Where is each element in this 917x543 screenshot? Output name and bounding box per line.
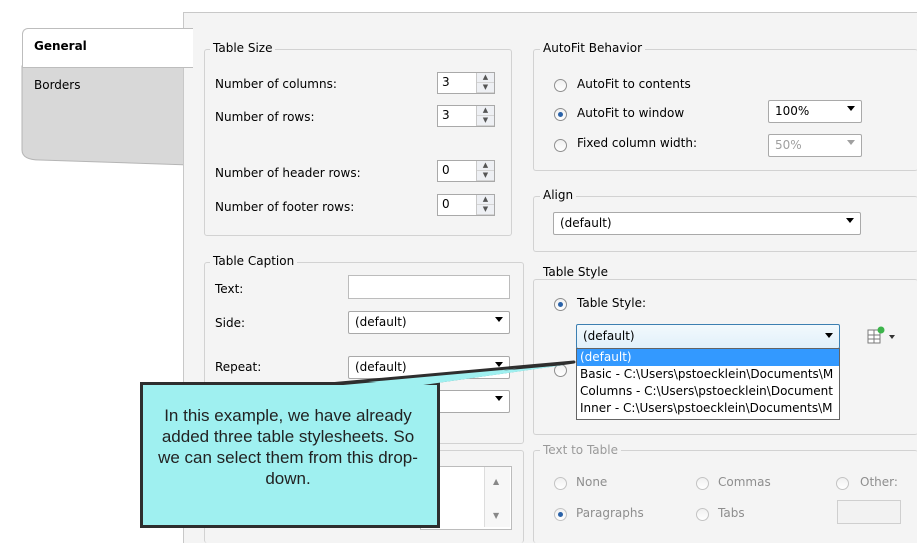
fixed-width-label: Fixed column width: [577,136,698,150]
paragraphs-radio[interactable] [554,508,567,521]
tab-borders[interactable]: Borders [20,66,180,106]
autofit-window-label: AutoFit to window [577,106,685,120]
header-rows-stepper[interactable]: 0 ▲ ▼ [437,160,495,182]
chevron-down-icon[interactable] [847,140,855,145]
fixed-width-select[interactable]: 50% [768,134,862,157]
footer-rows-label: Number of footer rows: [215,200,355,214]
autofit-window-value: 100% [775,104,810,118]
caption-repeat-select[interactable]: (default) [348,356,510,379]
paragraphs-label: Paragraphs [576,506,644,520]
spin-down-icon[interactable]: ▼ [477,171,494,181]
table-style-alt-radio[interactable] [554,364,567,377]
text-to-table-title: Text to Table [540,443,621,457]
rows-stepper[interactable]: 3 ▲ ▼ [437,105,495,127]
tab-general-label: General [34,39,87,53]
footer-rows-value: 0 [442,197,450,211]
table-style-radio-label: Table Style: [577,296,647,310]
spin-down-icon[interactable]: ▼ [477,116,494,126]
autofit-contents-radio[interactable] [554,79,567,92]
header-rows-spin-buttons[interactable]: ▲ ▼ [476,161,494,181]
table-style-value: (default) [583,329,635,343]
align-select[interactable]: (default) [553,212,861,235]
tab-borders-label: Borders [34,78,81,92]
columns-value: 3 [442,75,450,89]
tabs-label: Tabs [718,506,745,520]
autofit-window-radio[interactable] [554,108,567,121]
autofit-contents-label: AutoFit to contents [577,77,691,91]
table-style-select[interactable]: (default) [576,324,840,349]
table-style-title: Table Style [540,265,611,279]
align-title: Align [540,188,577,202]
spin-up-icon[interactable]: ▲ [477,106,494,116]
table-size-title: Table Size [210,41,276,55]
dropdown-option-columns[interactable]: Columns - C:\Users\pstoecklein\Document [577,383,839,400]
none-label: None [576,475,608,489]
autofit-title: AutoFit Behavior [540,41,646,55]
columns-spin-buttons[interactable]: ▲ ▼ [476,73,494,93]
spin-up-icon[interactable]: ▲ [477,73,494,83]
text-to-table-group [533,450,917,543]
commas-label: Commas [718,475,771,489]
rows-spin-buttons[interactable]: ▲ ▼ [476,106,494,126]
spin-up-icon[interactable]: ▲ [477,161,494,171]
callout-text: In this example, we have already added t… [158,406,418,488]
other-radio[interactable] [836,477,849,490]
caption-side-label: Side: [215,316,245,330]
other-label: Other: [860,475,898,489]
caption-repeat-label: Repeat: [215,360,262,374]
caption-repeat-value: (default) [355,360,407,374]
scroll-up-icon[interactable]: ▲ [493,477,499,486]
footer-rows-spin-buttons[interactable]: ▲ ▼ [476,195,494,215]
spin-down-icon[interactable]: ▼ [477,83,494,93]
caption-side-select[interactable]: (default) [348,311,510,334]
spin-up-icon[interactable]: ▲ [477,195,494,205]
chevron-down-icon[interactable] [825,333,833,338]
chevron-down-icon[interactable] [495,362,503,367]
multiline-scrollbar[interactable]: ▲ ▼ [484,467,510,527]
autofit-window-select[interactable]: 100% [768,100,862,123]
dropdown-option-basic[interactable]: Basic - C:\Users\pstoecklein\Documents\M [577,366,839,383]
spin-down-icon[interactable]: ▼ [477,205,494,215]
rows-value: 3 [442,108,450,122]
header-rows-value: 0 [442,163,450,177]
caption-title: Table Caption [210,254,298,268]
tabs-radio[interactable] [696,508,709,521]
dropdown-option-default[interactable]: (default) [577,349,839,366]
caption-text-label: Text: [215,282,244,296]
columns-label: Number of columns: [215,77,337,91]
fixed-width-radio[interactable] [554,139,567,152]
footer-rows-stepper[interactable]: 0 ▲ ▼ [437,194,495,216]
table-style-dropdown-list[interactable]: (default) Basic - C:\Users\pstoecklein\D… [576,348,840,420]
caption-side-value: (default) [355,315,407,329]
chevron-down-icon[interactable] [495,317,503,322]
caption-text-input[interactable] [348,275,510,299]
align-value: (default) [560,216,612,230]
add-stylesheet-button[interactable] [866,326,896,346]
none-radio[interactable] [554,477,567,490]
chevron-down-icon[interactable] [847,106,855,111]
commas-radio[interactable] [696,477,709,490]
fixed-width-value: 50% [775,138,802,152]
header-rows-label: Number of header rows: [215,166,361,180]
chevron-down-icon[interactable] [846,218,854,223]
tab-general[interactable]: General [22,28,193,68]
other-separator-input[interactable] [837,500,901,524]
scroll-down-icon[interactable]: ▼ [493,511,499,520]
columns-stepper[interactable]: 3 ▲ ▼ [437,72,495,94]
table-style-radio[interactable] [554,298,567,311]
dropdown-option-inner[interactable]: Inner - C:\Users\pstoecklein\Documents\M [577,400,839,417]
add-table-icon [867,326,895,344]
rows-label: Number of rows: [215,110,315,124]
chevron-down-icon[interactable] [495,396,503,401]
